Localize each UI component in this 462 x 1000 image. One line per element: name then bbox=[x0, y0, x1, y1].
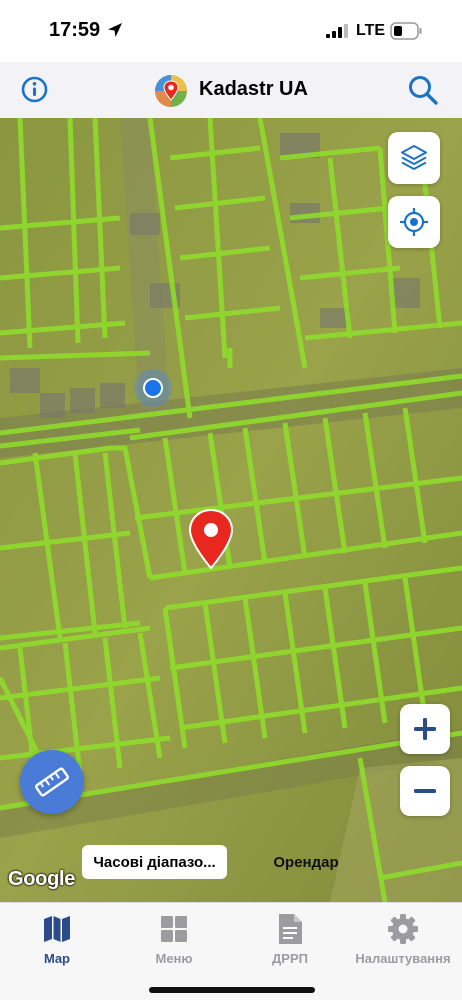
status-time: 17:59 bbox=[49, 19, 101, 41]
user-location-marker bbox=[134, 369, 172, 407]
zoom-in-button[interactable] bbox=[400, 704, 450, 754]
home-indicator bbox=[149, 987, 315, 993]
tab-bar: Map Меню ДРРП Налаштування bbox=[0, 902, 462, 1000]
info-icon[interactable] bbox=[21, 76, 48, 103]
tenant-chip[interactable]: Орендар bbox=[258, 845, 354, 879]
map-view[interactable]: Google Часові діапазо... Орендар bbox=[0, 118, 462, 902]
measure-button[interactable] bbox=[20, 750, 84, 814]
app-header: Kadastr UA bbox=[0, 62, 462, 118]
tab-map-label: Map bbox=[44, 951, 70, 966]
grid-icon bbox=[161, 916, 187, 942]
app-logo bbox=[155, 75, 187, 107]
tab-drrp-label: ДРРП bbox=[272, 951, 308, 966]
map-pin-icon[interactable] bbox=[187, 508, 235, 570]
battery-icon bbox=[390, 22, 422, 40]
minus-icon bbox=[414, 789, 436, 793]
ruler-icon bbox=[35, 767, 69, 797]
tab-menu[interactable]: Меню bbox=[119, 909, 229, 969]
map-icon bbox=[44, 916, 70, 942]
plus-icon bbox=[414, 718, 436, 740]
network-type: LTE bbox=[356, 22, 386, 39]
tab-settings[interactable]: Налаштування bbox=[348, 909, 458, 969]
user-location-dot bbox=[143, 378, 163, 398]
locate-me-button[interactable] bbox=[388, 196, 440, 248]
location-arrow-icon bbox=[108, 23, 122, 37]
signal-icon bbox=[326, 24, 348, 38]
tab-drrp[interactable]: ДРРП bbox=[235, 909, 345, 969]
gear-icon bbox=[388, 914, 418, 944]
tab-settings-label: Налаштування bbox=[355, 951, 451, 966]
search-icon[interactable] bbox=[407, 74, 439, 106]
google-logo: Google bbox=[8, 868, 76, 890]
tab-map[interactable]: Map bbox=[2, 909, 112, 969]
app-title: Kadastr UA bbox=[199, 78, 308, 100]
tab-menu-label: Меню bbox=[155, 951, 193, 966]
status-bar: 17:59 LTE bbox=[0, 0, 462, 62]
document-icon bbox=[279, 914, 302, 944]
crosshair-icon bbox=[400, 208, 428, 236]
layers-icon bbox=[401, 145, 427, 170]
zoom-out-button[interactable] bbox=[400, 766, 450, 816]
time-range-chip[interactable]: Часові діапазо... bbox=[82, 845, 227, 879]
layers-button[interactable] bbox=[388, 132, 440, 184]
